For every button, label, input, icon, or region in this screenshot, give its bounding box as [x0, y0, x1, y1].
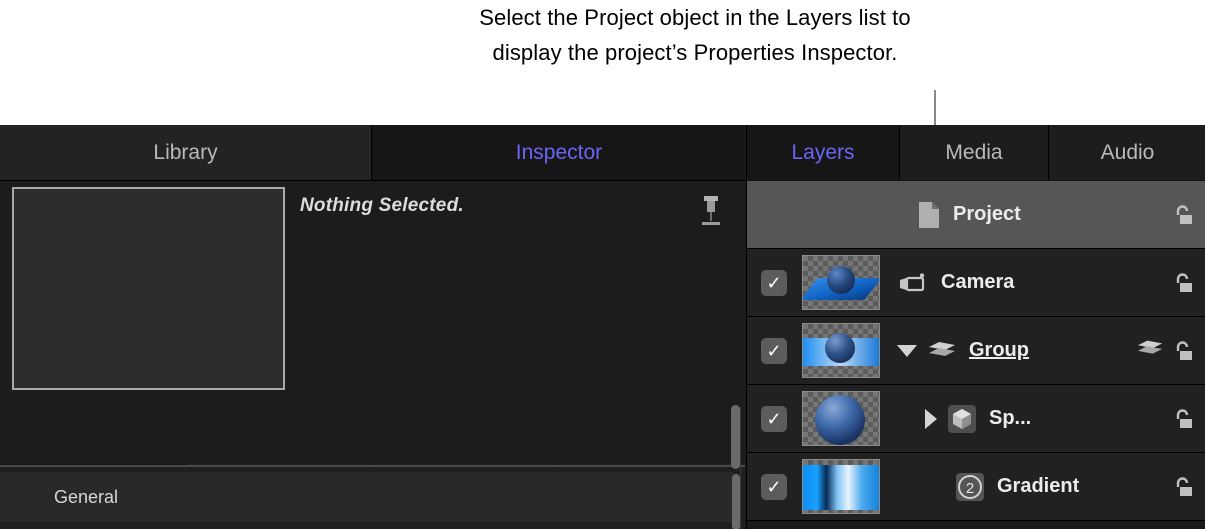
layer-row-gradient[interactable]: ✓ 2 Gradient: [747, 453, 1205, 521]
svg-text:2: 2: [966, 480, 974, 497]
tab-library[interactable]: Library: [0, 125, 372, 180]
layer-label-camera: Camera: [941, 271, 1015, 293]
layer-row-project[interactable]: Project: [747, 181, 1205, 249]
layer-thumbnail-sphere: [802, 391, 880, 446]
left-tab-bar: Library Inspector: [0, 125, 745, 181]
inspector-pane: Library Inspector Nothing Selected. Gene…: [0, 125, 745, 529]
general-section-label: General: [54, 486, 119, 507]
unlock-icon[interactable]: [1170, 406, 1196, 432]
layer-visibility-checkbox-group[interactable]: ✓: [761, 337, 787, 364]
layers-stack-icon[interactable]: [1136, 338, 1163, 364]
properties-scrollbar-thumb[interactable]: [732, 474, 740, 529]
layers-pane: Layers Media Audio Project ✓ Camera ✓ Gr…: [746, 125, 1205, 529]
checkmark-icon: ✓: [766, 272, 782, 293]
tab-media[interactable]: Media: [899, 125, 1049, 180]
layer-label-project: Project: [953, 203, 1021, 225]
layer-thumbnail-camera: [802, 255, 880, 310]
cube-3d-icon: [947, 404, 977, 434]
layer-visibility-checkbox-gradient[interactable]: ✓: [761, 473, 787, 500]
tab-layers-label: Layers: [791, 140, 855, 164]
motion-app-window: Library Inspector Nothing Selected. Gene…: [0, 125, 1205, 529]
pin-icon[interactable]: [698, 194, 724, 228]
disclosure-triangle-collapsed-icon[interactable]: [925, 408, 937, 429]
layer-row-group[interactable]: ✓ Group: [747, 317, 1205, 385]
layer-thumbnail-group: [802, 323, 880, 378]
generator-2-icon: 2: [955, 472, 985, 502]
layer-label-sphere: Sp...: [989, 407, 1032, 429]
unlock-icon[interactable]: [1170, 474, 1196, 500]
unlock-icon[interactable]: [1170, 338, 1196, 364]
tab-audio[interactable]: Audio: [1049, 125, 1205, 180]
layers-scrollbar-thumb[interactable]: [731, 405, 740, 469]
tab-library-label: Library: [153, 140, 218, 164]
tab-media-label: Media: [945, 140, 1003, 164]
tab-audio-label: Audio: [1100, 140, 1155, 164]
properties-section-general[interactable]: General: [0, 472, 733, 522]
right-tab-bar: Layers Media Audio: [747, 125, 1205, 181]
layer-label-group[interactable]: Group: [969, 339, 1029, 362]
disclosure-triangle-expanded-icon[interactable]: [897, 344, 917, 357]
layer-row-camera[interactable]: ✓ Camera: [747, 249, 1205, 317]
unlock-icon[interactable]: [1170, 202, 1196, 228]
preview-thumbnail-box: [12, 187, 285, 390]
layers-list: Project ✓ Camera ✓ Group ✓ Sp... ✓ 2 Gra…: [747, 181, 1205, 529]
document-icon: [917, 201, 941, 229]
checkmark-icon: ✓: [766, 408, 782, 429]
camera-icon: [897, 272, 929, 294]
layer-visibility-checkbox-sphere[interactable]: ✓: [761, 405, 787, 432]
callout-text: Select the Project object in the Layers …: [479, 5, 911, 65]
tab-inspector[interactable]: Inspector: [373, 125, 745, 180]
screenshot-root: Select the Project object in the Layers …: [0, 0, 1205, 529]
layer-row-sphere[interactable]: ✓ Sp...: [747, 385, 1205, 453]
pane-divider: [740, 407, 741, 529]
properties-panel-body: General: [0, 465, 745, 529]
layer-thumbnail-gradient: [802, 459, 880, 514]
tab-inspector-label: Inspector: [515, 140, 603, 164]
properties-scrollbar[interactable]: [732, 470, 743, 529]
checkmark-icon: ✓: [766, 476, 782, 497]
layers-stack-icon: [927, 340, 957, 362]
layer-visibility-checkbox-camera[interactable]: ✓: [761, 269, 787, 296]
unlock-icon[interactable]: [1170, 270, 1196, 296]
tab-layers[interactable]: Layers: [747, 125, 899, 180]
layer-label-gradient: Gradient: [997, 475, 1080, 497]
inspector-status-text: Nothing Selected.: [300, 195, 464, 216]
checkmark-icon: ✓: [766, 340, 782, 361]
